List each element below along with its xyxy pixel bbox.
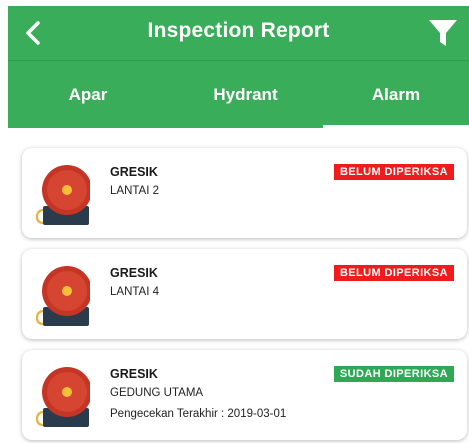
inspection-card[interactable]: GRESIK GEDUNG UTAMA Pengecekan Terakhir … (22, 350, 467, 440)
location-name: LANTAI 2 (110, 185, 159, 197)
tab-alarm[interactable]: Alarm (323, 61, 469, 128)
inspection-card[interactable]: GRESIK LANTAI 4 BELUM DIPERIKSA (22, 249, 467, 339)
tab-bar: Apar Hydrant Alarm (8, 61, 469, 128)
location-name: GEDUNG UTAMA (110, 387, 204, 399)
status-badge: BELUM DIPERIKSA (333, 265, 454, 281)
tab-label: Apar (68, 84, 108, 104)
location-name: LANTAI 4 (110, 286, 159, 298)
top-bar: Inspection Report (8, 6, 469, 60)
fire-alarm-bell-icon (35, 367, 90, 427)
last-check-date: Pengecekan Terakhir : 2019-03-01 (110, 408, 287, 420)
status-badge: BELUM DIPERIKSA (333, 164, 454, 180)
inspection-card[interactable]: GRESIK LANTAI 2 BELUM DIPERIKSA (22, 148, 467, 238)
site-name: GRESIK (110, 165, 158, 179)
tab-apar[interactable]: Apar (8, 61, 168, 128)
filter-button[interactable] (425, 16, 461, 50)
fire-alarm-bell-icon (35, 266, 90, 326)
site-name: GRESIK (110, 367, 158, 381)
fire-alarm-bell-icon (35, 165, 90, 225)
active-tab-indicator (323, 125, 469, 128)
filter-funnel-icon (429, 20, 457, 46)
app-header: Inspection Report Apar Hydrant Alarm (8, 6, 469, 128)
app-screen: Inspection Report Apar Hydrant Alarm GRE… (0, 0, 469, 443)
tab-label: Hydrant (213, 84, 278, 104)
site-name: GRESIK (110, 266, 158, 280)
page-title: Inspection Report (147, 19, 330, 42)
status-badge: SUDAH DIPERIKSA (333, 366, 454, 382)
tab-hydrant[interactable]: Hydrant (168, 61, 323, 128)
tab-label: Alarm (371, 84, 421, 104)
